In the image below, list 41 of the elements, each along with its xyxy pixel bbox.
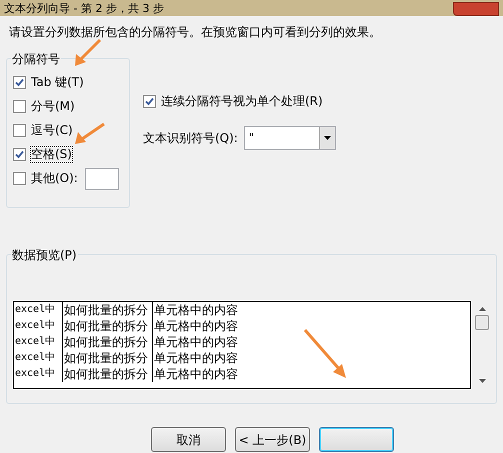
- table-cell: 如何批量的拆分: [62, 350, 152, 366]
- checkbox-label[interactable]: 分号(M): [31, 99, 75, 114]
- checkbox[interactable]: [13, 172, 26, 185]
- qualifier-dropdown[interactable]: ": [244, 126, 336, 150]
- group-title: 数据预览(P): [11, 246, 78, 264]
- table-cell: 单元格中的内容: [152, 334, 470, 350]
- table-cell-text: excel中: [14, 350, 56, 365]
- table-cell: 如何批量的拆分: [62, 302, 152, 318]
- instruction-text: 请设置分列数据所包含的分隔符号。在预览窗口内可看到分列的效果。: [8, 24, 382, 41]
- input-field[interactable]: [84, 168, 119, 190]
- checkbox-label[interactable]: 其他(O):: [31, 171, 78, 186]
- default-button[interactable]: [319, 427, 394, 452]
- checkbox-label[interactable]: Tab 键(T): [31, 75, 84, 90]
- table-cell-text: excel中: [14, 302, 56, 317]
- table-cell-text: excel中: [14, 318, 56, 333]
- checkbox[interactable]: [13, 76, 26, 89]
- annotation-arrow-icon: [75, 122, 105, 144]
- group-title: 分隔符号: [11, 50, 61, 68]
- annotation-arrow-icon: [75, 38, 102, 66]
- table-cell-text: excel中: [14, 334, 56, 349]
- checkbox[interactable]: [143, 94, 156, 108]
- scroll-up-arrow-icon[interactable]: [478, 307, 486, 311]
- scroll-down-arrow-icon[interactable]: [478, 379, 486, 383]
- table-cell: 如何批量的拆分: [62, 318, 152, 334]
- window-title: 文本分列向导 - 第 2 步，共 3 步: [4, 2, 164, 16]
- checkbox-label[interactable]: 连续分隔符号视为单个处理(R): [161, 92, 323, 110]
- table-cell: 单元格中的内容: [152, 302, 470, 318]
- table-cell: 如何批量的拆分: [62, 334, 152, 350]
- scroll-thumb[interactable]: [475, 315, 489, 330]
- table-cell: 如何批量的拆分: [62, 366, 152, 382]
- table-cell-text: excel中: [14, 366, 56, 381]
- annotation-arrow-icon: [304, 329, 346, 378]
- checkbox[interactable]: [13, 124, 26, 137]
- checkbox-label[interactable]: 逗号(C): [31, 123, 73, 138]
- checkbox-label[interactable]: 空格(S): [31, 147, 72, 162]
- checkbox[interactable]: [13, 148, 26, 161]
- table-cell: 单元格中的内容: [152, 318, 470, 334]
- dialog-button[interactable]: 取消: [151, 427, 226, 452]
- field-label: 文本识别符号(Q):: [143, 130, 238, 147]
- dialog-button[interactable]: < 上一步(B): [235, 427, 310, 452]
- checkbox[interactable]: [13, 100, 26, 113]
